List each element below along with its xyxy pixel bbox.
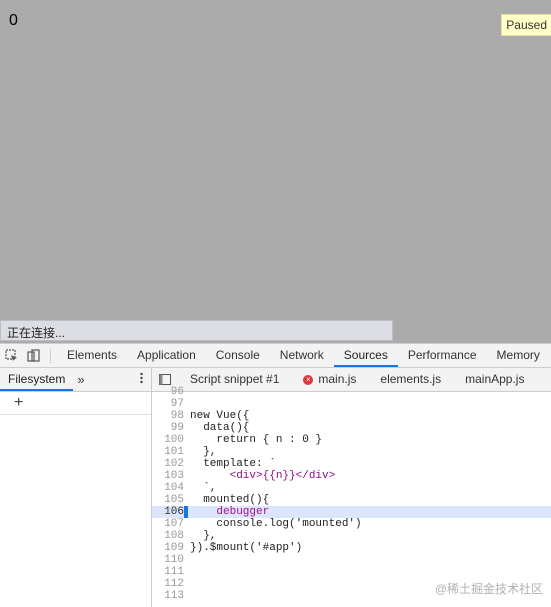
code-line[interactable]: 100 return { n : 0 } bbox=[152, 434, 551, 446]
line-number[interactable]: 101 bbox=[152, 446, 184, 458]
tab-memory[interactable]: Memory bbox=[487, 344, 550, 367]
line-number[interactable]: 100 bbox=[152, 434, 184, 446]
tab-application[interactable]: Application bbox=[127, 344, 206, 367]
tab-network[interactable]: Network bbox=[270, 344, 334, 367]
code-line[interactable]: 105 mounted(){ bbox=[152, 494, 551, 506]
code-line[interactable]: 98 new Vue({ bbox=[152, 410, 551, 422]
toolbar-divider bbox=[50, 348, 51, 363]
line-number[interactable]: 112 bbox=[152, 578, 184, 590]
sources-navigator: Filesystem » + bbox=[0, 368, 152, 607]
add-folder-button[interactable]: + bbox=[0, 392, 151, 415]
watermark: @稀土掘金技术社区 bbox=[434, 582, 543, 596]
code-text: }, bbox=[190, 530, 217, 542]
code-line[interactable]: 104 `, bbox=[152, 482, 551, 494]
line-number[interactable]: 111 bbox=[152, 566, 184, 578]
plus-icon: + bbox=[14, 394, 24, 411]
code-text: new Vue({ bbox=[190, 410, 250, 422]
code-text: }, bbox=[190, 446, 217, 458]
code-line[interactable]: 110 bbox=[152, 554, 551, 566]
current-execution-line[interactable]: 106 debugger bbox=[152, 506, 551, 518]
code-text: debugger bbox=[190, 506, 270, 518]
code-editor-pane: Script snippet #1 × main.js elements.js m… bbox=[152, 368, 551, 607]
code-line[interactable]: 97 bbox=[152, 398, 551, 410]
code-text: }).$mount('#app') bbox=[190, 542, 303, 554]
tab-elements[interactable]: Elements bbox=[57, 344, 127, 367]
code-line[interactable]: 101 }, bbox=[152, 446, 551, 458]
code-line[interactable]: 103 <div>{{n}}</div> bbox=[152, 470, 551, 482]
more-tabs-icon[interactable]: » bbox=[73, 372, 88, 387]
line-number[interactable]: 102 bbox=[152, 458, 184, 470]
line-number[interactable]: 110 bbox=[152, 554, 184, 566]
code-line[interactable]: 108 }, bbox=[152, 530, 551, 542]
line-number[interactable]: 106 bbox=[152, 506, 184, 518]
devtools-main-toolbar: Elements Application Console Network Sou… bbox=[0, 344, 551, 368]
inspect-element-icon[interactable] bbox=[0, 344, 22, 367]
code-text: mounted(){ bbox=[190, 494, 270, 506]
line-number[interactable]: 105 bbox=[152, 494, 184, 506]
page-viewport: 0 Paused 正在连接... bbox=[0, 0, 551, 343]
line-number[interactable]: 107 bbox=[152, 518, 184, 530]
line-number[interactable]: 99 bbox=[152, 422, 184, 434]
code-text: console.log('mounted') bbox=[190, 518, 362, 530]
counter-value: 0 bbox=[9, 12, 18, 29]
device-toolbar-icon[interactable] bbox=[22, 344, 44, 367]
code-view[interactable]: 96 97 98 new Vue({ 99 data(){ 100 return … bbox=[152, 386, 551, 607]
code-text: return { n : 0 } bbox=[190, 434, 323, 446]
line-number[interactable]: 113 bbox=[152, 590, 184, 602]
tab-performance[interactable]: Performance bbox=[398, 344, 487, 367]
devtools-panel: Elements Application Console Network Sou… bbox=[0, 343, 551, 607]
line-number[interactable]: 109 bbox=[152, 542, 184, 554]
more-options-icon[interactable] bbox=[132, 372, 151, 387]
code-line[interactable]: 107 console.log('mounted') bbox=[152, 518, 551, 530]
code-line[interactable]: 109 }).$mount('#app') bbox=[152, 542, 551, 554]
line-number[interactable]: 108 bbox=[152, 530, 184, 542]
tab-console[interactable]: Console bbox=[206, 344, 270, 367]
line-number[interactable]: 96 bbox=[152, 386, 184, 398]
tab-sources[interactable]: Sources bbox=[333, 344, 398, 367]
code-text: data(){ bbox=[190, 422, 250, 434]
code-text: <div>{{n}}</div> bbox=[190, 470, 336, 482]
paused-in-debugger-badge: Paused bbox=[501, 14, 551, 36]
line-number[interactable]: 97 bbox=[152, 398, 184, 410]
line-number[interactable]: 104 bbox=[152, 482, 184, 494]
code-line[interactable]: 96 bbox=[152, 386, 551, 398]
code-line[interactable]: 99 data(){ bbox=[152, 422, 551, 434]
line-number[interactable]: 98 bbox=[152, 410, 184, 422]
loading-status-bar: 正在连接... bbox=[0, 320, 393, 341]
navigator-tabs: Filesystem » bbox=[0, 368, 151, 392]
code-text: template: ` bbox=[190, 458, 276, 470]
code-line[interactable]: 111 bbox=[152, 566, 551, 578]
code-text: `, bbox=[190, 482, 217, 494]
code-line[interactable]: 102 template: ` bbox=[152, 458, 551, 470]
tab-filesystem[interactable]: Filesystem bbox=[0, 368, 74, 391]
error-icon: × bbox=[303, 374, 314, 385]
line-number[interactable]: 103 bbox=[152, 470, 184, 482]
execution-marker bbox=[184, 506, 188, 518]
